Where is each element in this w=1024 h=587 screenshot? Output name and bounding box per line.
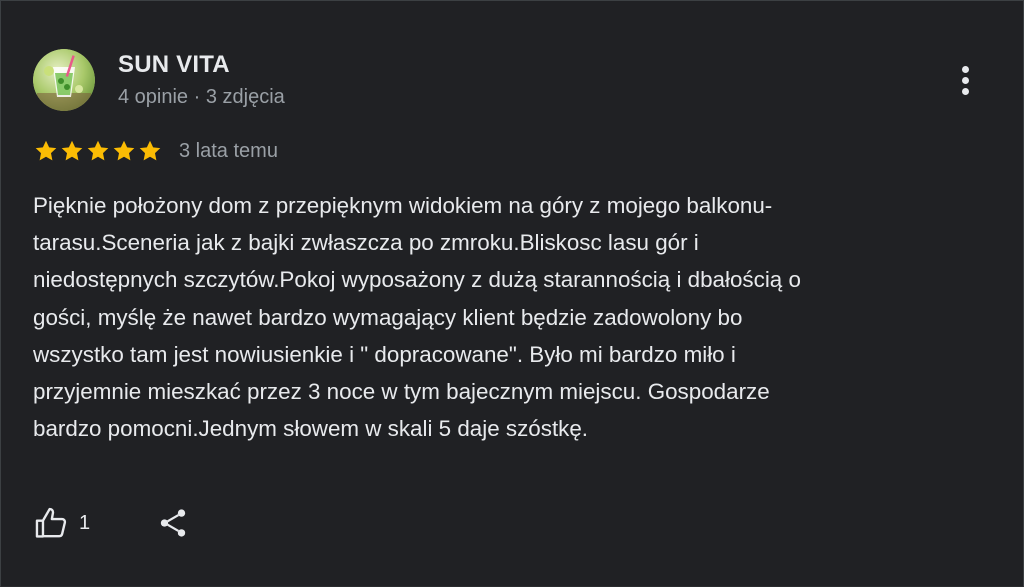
review-text-line: niedostępnych szczytów.Pokoj wyposażony … [33,267,801,293]
review-text-line: przyjemnie mieszkać przez 3 noce w tym b… [33,379,770,405]
reviewer-name[interactable]: SUN VITA [118,51,230,79]
review-actions: 1 [33,501,190,545]
share-icon [160,509,186,537]
reviewer-meta[interactable]: 4 opinie · 3 zdjęcia [118,86,285,109]
thumbs-up-icon [35,507,67,538]
review-text-line: tarasu.Sceneria jak z bajki zwłaszcza po… [33,230,699,256]
share-button[interactable] [156,506,190,540]
rating-row: 3 lata temu [33,137,278,165]
reviewer-avatar[interactable] [33,49,95,111]
more-vert-icon [962,77,969,84]
drink-glass-avatar-icon [33,49,95,111]
star-icon [139,140,161,161]
review-date: 3 lata temu [179,139,278,162]
review-text-line: gości, myślę że nawet bardzo wymagający … [33,304,743,330]
star-icon [113,140,135,161]
like-button[interactable]: 1 [33,504,90,542]
review-text-line: Pięknie położony dom z przepięknym widok… [33,193,773,218]
review-text-line: wszystko tam jest nowiusienkie i " dopra… [33,341,736,367]
more-options-button[interactable] [951,61,981,101]
star-icon [35,140,57,161]
more-vert-icon [962,66,969,73]
more-vert-icon [962,88,969,95]
star-icon [61,140,83,161]
review-text-line: bardzo pomocni.Jednym słowem w skali 5 d… [33,416,589,442]
review-text: Pięknie położony dom z przepięknym widok… [33,187,988,447]
review-card: SUN VITA 4 opinie · 3 zdjęcia 3 lata tem… [0,0,1024,587]
star-rating [33,138,163,164]
star-icon [87,140,109,161]
like-count: 1 [79,511,91,534]
